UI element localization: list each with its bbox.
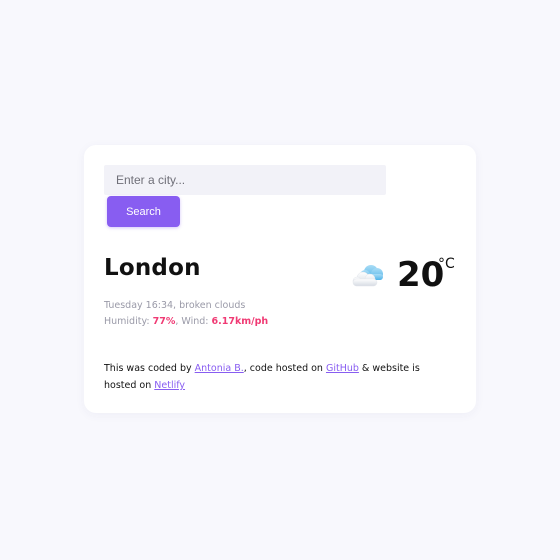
github-link[interactable]: GitHub [326,363,359,374]
temperature-unit: °C [438,256,455,272]
city-name: London [104,255,201,281]
netlify-link[interactable]: Netlify [154,380,185,391]
humidity-value: 77% [152,316,176,327]
author-link[interactable]: Antonia B. [195,363,244,374]
humidity-label: Humidity: [104,316,153,327]
city-search-input[interactable] [104,165,386,195]
search-button[interactable]: Search [107,196,180,227]
wind-label: , Wind: [175,316,212,327]
date-description: Tuesday 16:34, broken clouds [104,300,246,311]
weather-card: Search London Tuesday 16:34, broken clou… [84,145,476,413]
weather-details: Tuesday 16:34, broken clouds Humidity: 7… [104,298,268,330]
footer-text: , code hosted on [243,363,326,374]
humidity-wind: Humidity: 77%, Wind: 6.17km/ph [104,314,268,330]
footer-credits: This was coded by Antonia B., code hoste… [104,360,449,394]
wind-value: 6.17km/ph [211,316,269,327]
broken-clouds-icon [352,265,383,287]
footer-text: This was coded by [104,363,195,374]
